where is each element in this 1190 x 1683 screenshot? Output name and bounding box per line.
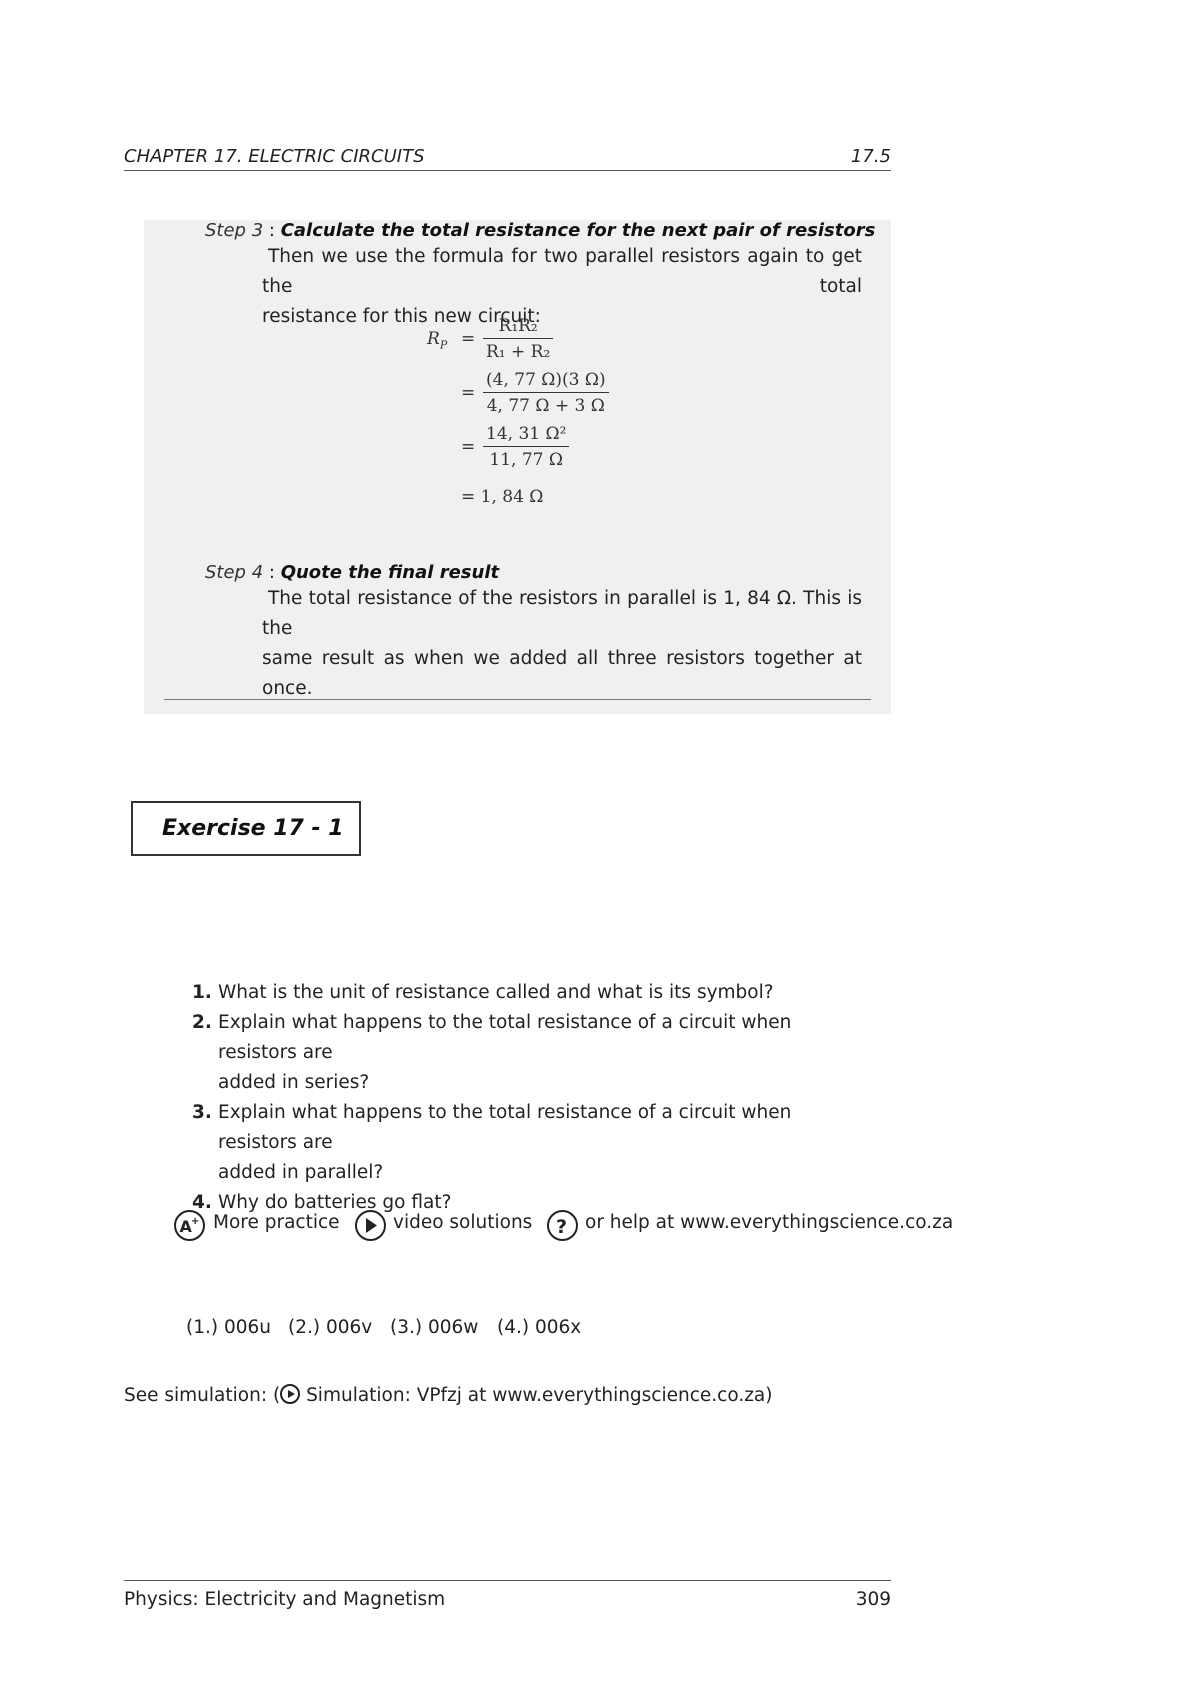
example-divider: [164, 699, 871, 700]
question-code-4[interactable]: (4.) 006x: [497, 1317, 581, 1338]
simulation-line: See simulation: ( Simulation: VPfzj at w…: [124, 1384, 773, 1406]
a-plus-icon[interactable]: A +: [174, 1210, 205, 1241]
worked-example-box: Step 3 : Calculate the total resistance …: [144, 220, 891, 714]
parallel-resistance-equation: RP = R₁R₂ R₁ + R₂ = (4, 77 Ω)(3 Ω) 4, 77…: [427, 316, 727, 516]
step-3-heading: Step 3 : Calculate the total resistance …: [205, 220, 876, 241]
exercise-questions: 1. What is the unit of resistance called…: [190, 978, 850, 1218]
question-code-2[interactable]: (2.) 006v: [288, 1317, 372, 1338]
question-code-1[interactable]: (1.) 006u: [186, 1317, 271, 1338]
step-4-heading: Step 4 : Quote the final result: [205, 562, 500, 583]
question-item: 2. Explain what happens to the total res…: [192, 1012, 792, 1093]
step-4-title: Quote the final result: [280, 562, 500, 583]
equation-fraction-1: R₁R₂ R₁ + R₂: [483, 316, 554, 362]
question-item: 3. Explain what happens to the total res…: [192, 1102, 792, 1183]
more-practice-link[interactable]: More practice: [213, 1212, 340, 1233]
page-number: 309: [855, 1589, 891, 1610]
video-solutions-link[interactable]: video solutions: [393, 1212, 532, 1233]
question-icon[interactable]: ?: [547, 1210, 578, 1241]
section-number: 17.5: [850, 146, 891, 167]
exercise-title: Exercise 17 - 1: [162, 816, 344, 841]
page-header: CHAPTER 17. ELECTRIC CIRCUITS 17.5: [124, 142, 891, 171]
svg-text:?: ?: [556, 1216, 567, 1238]
step-4-text: The total resistance of the resistors in…: [262, 588, 862, 699]
equation-fraction-2: (4, 77 Ω)(3 Ω) 4, 77 Ω + 3 Ω: [483, 370, 609, 416]
play-icon[interactable]: [355, 1210, 386, 1241]
book-title: Physics: Electricity and Magnetism: [124, 1589, 446, 1610]
svg-text:+: +: [191, 1216, 199, 1227]
equation-lhs: RP: [427, 329, 448, 352]
step-3-title: Calculate the total resistance for the n…: [280, 220, 876, 241]
step-3-label: Step 3: [205, 220, 264, 241]
chapter-title: CHAPTER 17. ELECTRIC CIRCUITS: [124, 146, 425, 167]
question-code-3[interactable]: (3.) 006w: [390, 1317, 478, 1338]
equation-result: = 1, 84 Ω: [461, 487, 544, 507]
page-footer: Physics: Electricity and Magnetism 309: [124, 1580, 891, 1610]
step-4-label: Step 4: [205, 562, 264, 583]
help-link[interactable]: or help at www.everythingscience.co.za: [585, 1212, 953, 1233]
simulation-link[interactable]: Simulation: VPfzj at www.everythingscien…: [306, 1385, 772, 1406]
equation-fraction-3: 14, 31 Ω² 11, 77 Ω: [483, 424, 570, 470]
question-item: 1. What is the unit of resistance called…: [192, 982, 774, 1003]
play-icon: [280, 1384, 301, 1404]
exercise-title-box: Exercise 17 - 1: [131, 801, 361, 856]
